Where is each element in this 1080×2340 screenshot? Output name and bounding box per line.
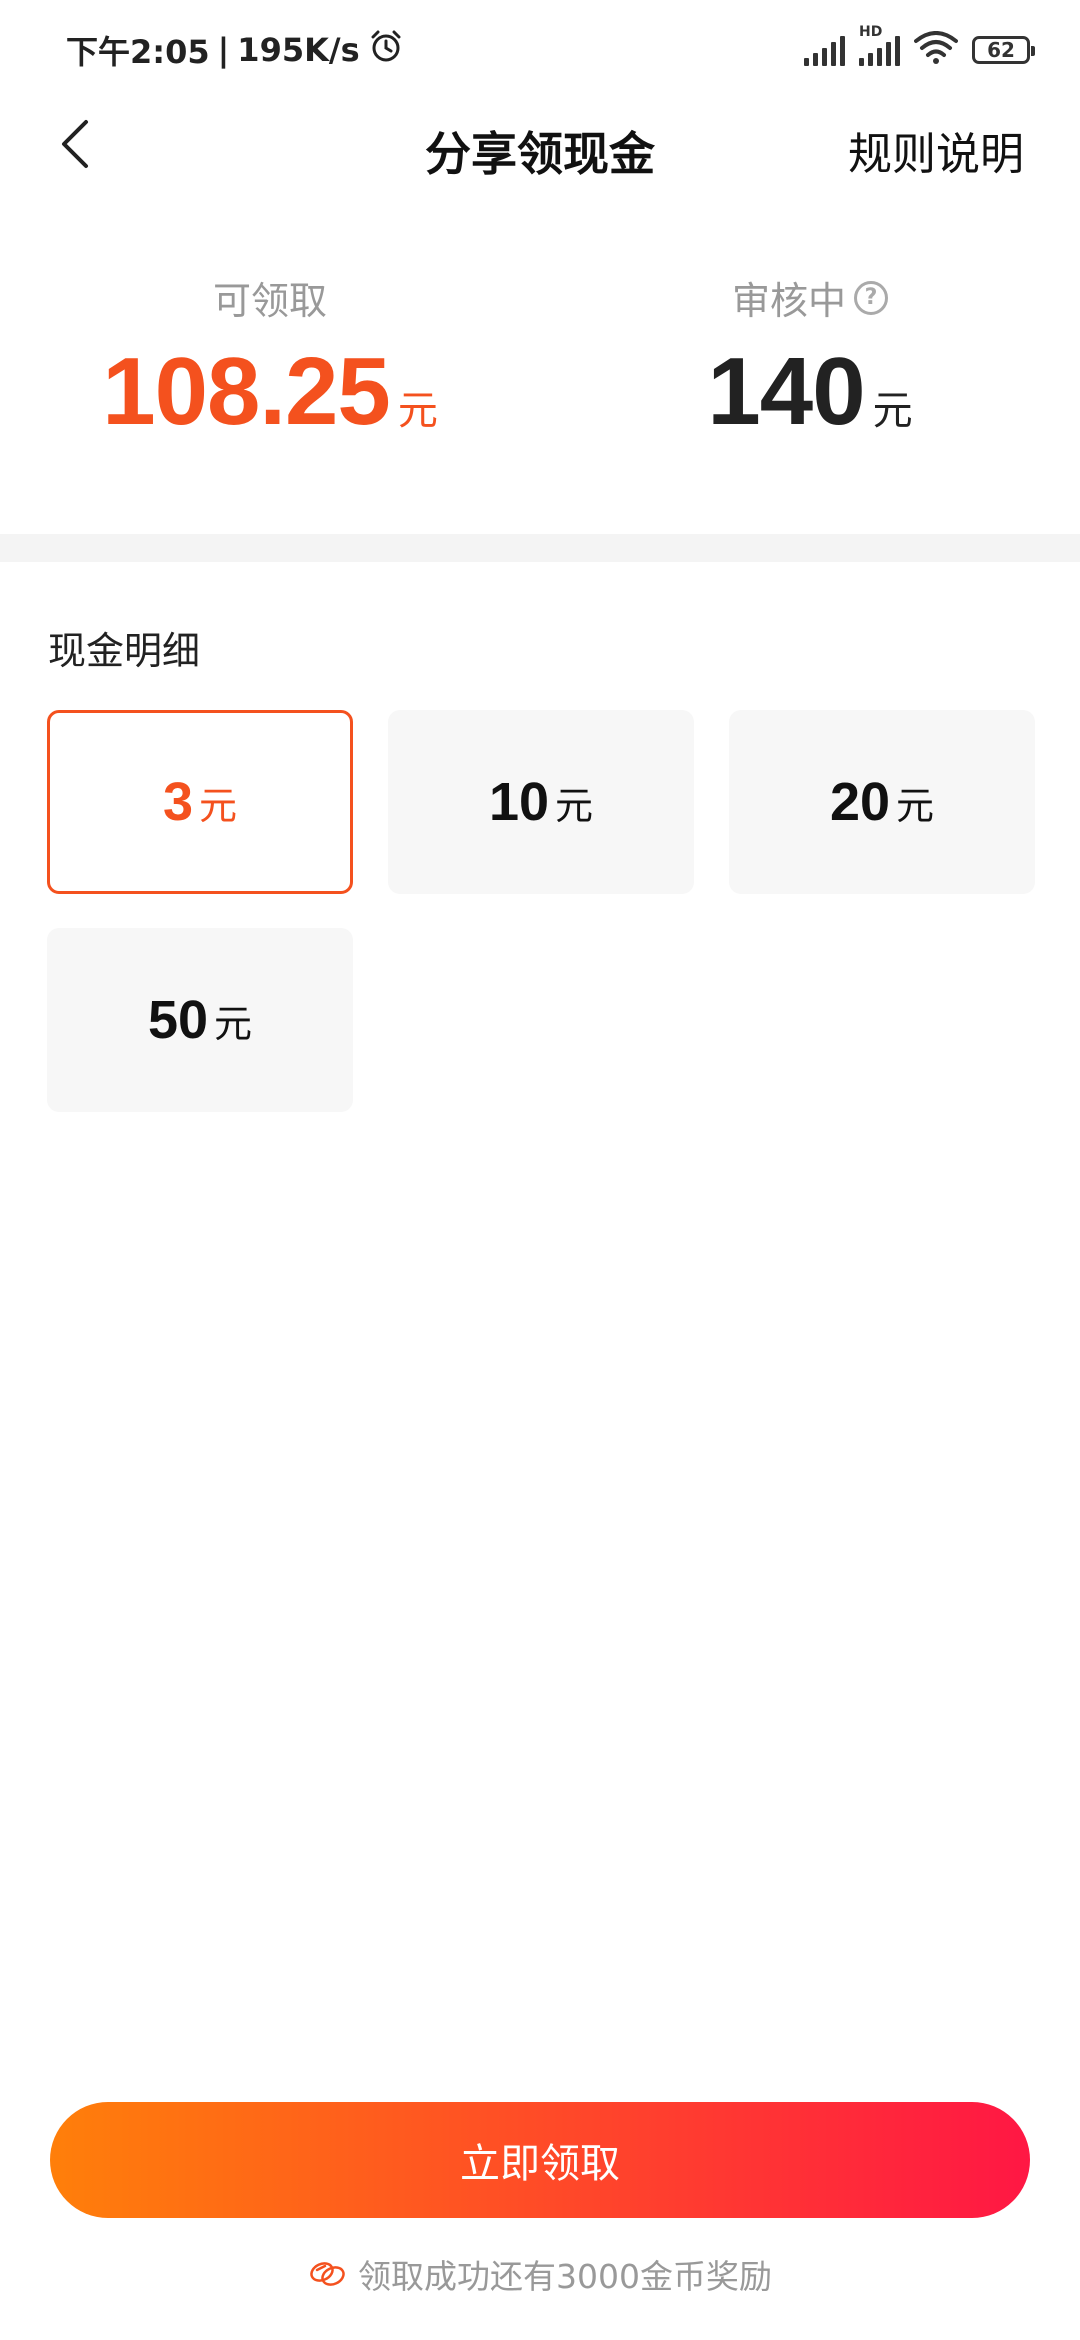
help-icon[interactable]: ? <box>854 280 888 315</box>
status-speed: 195K/s <box>237 31 360 69</box>
footer-note: 领取成功还有3000金币奖励 <box>0 2250 1080 2298</box>
cash-option-20[interactable]: 20 元 <box>729 710 1035 894</box>
option-unit: 元 <box>214 1001 253 1046</box>
status-right: HD 62 <box>804 24 1035 72</box>
option-unit: 元 <box>555 783 594 828</box>
cash-option-10[interactable]: 10 元 <box>388 710 694 894</box>
section-title: 现金明细 <box>48 629 201 673</box>
review-label: 审核中 <box>731 279 846 323</box>
hd-signal: HD <box>859 24 900 66</box>
alarm-icon <box>368 28 404 72</box>
available-amount-row: 108.25 元 <box>0 337 540 447</box>
claim-button-label: 立即领取 <box>460 2142 620 2186</box>
wifi-icon <box>914 31 958 69</box>
review-label-row: 审核中 ? <box>732 270 888 325</box>
available-amount: 108.25 <box>102 338 391 445</box>
cash-option-50[interactable]: 50 元 <box>47 928 353 1112</box>
cash-option-3[interactable]: 3元 <box>47 710 353 894</box>
signal-icon <box>804 34 845 66</box>
available-unit: 元 <box>397 388 438 434</box>
status-time: 下午2:05 <box>66 33 210 71</box>
review-unit: 元 <box>872 388 913 434</box>
page: 下午2:05 | 195K/s HD 62 分享领现金 规则说明 可领取 108… <box>0 0 1080 2340</box>
option-value: 20 <box>829 772 891 832</box>
hd-label: HD <box>859 24 883 40</box>
footer-note-text: 领取成功还有3000金币奖励 <box>358 2257 772 2296</box>
option-value: 3 <box>162 772 194 832</box>
review-amount: 140 <box>707 338 865 445</box>
claim-now-button[interactable]: 立即领取 <box>50 2102 1030 2218</box>
option-value: 50 <box>147 990 209 1050</box>
section-divider <box>0 534 1080 562</box>
coin-icon <box>308 2254 348 2294</box>
review-amount-row: 140 元 <box>540 337 1080 447</box>
battery-icon: 62 <box>972 36 1035 64</box>
available-label: 可领取 <box>212 279 327 323</box>
rules-link[interactable]: 规则说明 <box>848 118 1024 182</box>
review-balance: 审核中 ? 140 元 <box>540 270 1080 447</box>
status-left: 下午2:05 | 195K/s <box>66 28 404 72</box>
option-unit: 元 <box>199 783 238 828</box>
available-balance: 可领取 108.25 元 <box>0 270 540 447</box>
status-bar: 下午2:05 | 195K/s HD 62 <box>0 0 1080 100</box>
option-value: 10 <box>488 772 550 832</box>
status-separator: | <box>217 31 230 69</box>
header: 分享领现金 规则说明 <box>0 100 1080 190</box>
battery-level: 62 <box>987 38 1015 62</box>
option-unit: 元 <box>896 783 935 828</box>
balance-summary: 可领取 108.25 元 审核中 ? 140 元 <box>0 270 1080 470</box>
